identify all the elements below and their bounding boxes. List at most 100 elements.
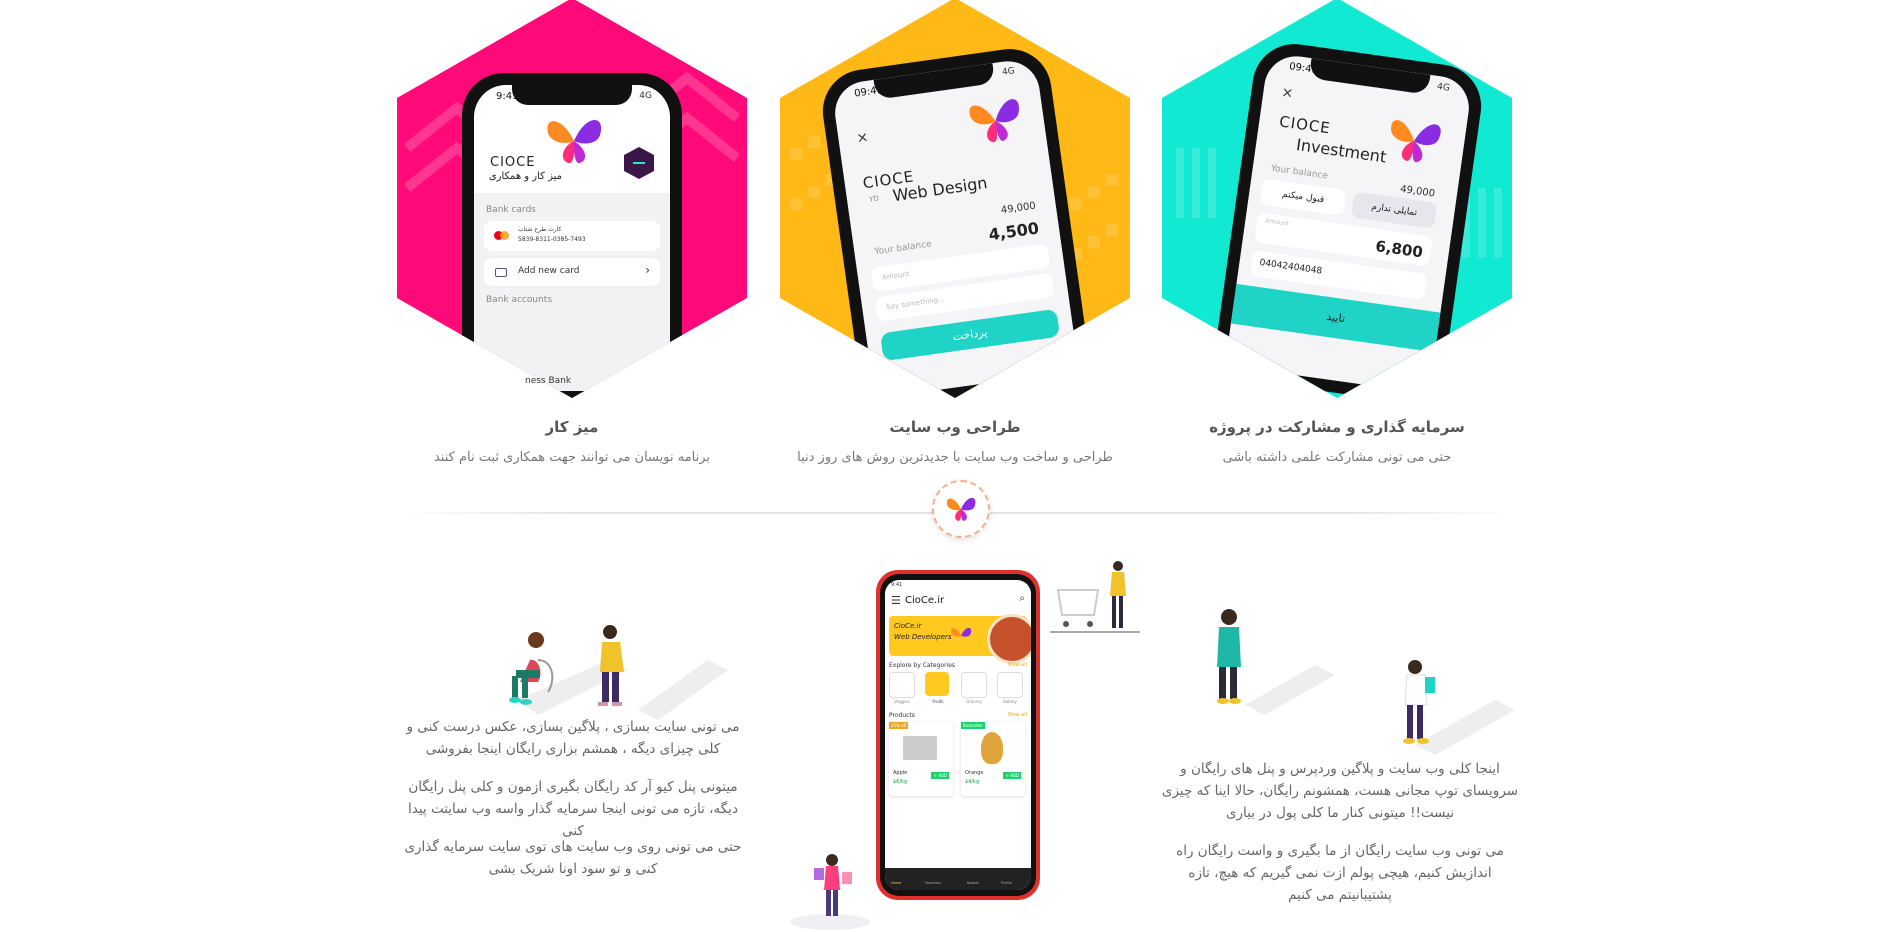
right-paragraph-2: می تونی وب سایت رایگان از ما بگیری و واس… (1176, 843, 1504, 903)
bottom-nav-bar: Home Favorites Basket Profile (885, 868, 1031, 890)
status-time: 09:41 (853, 84, 884, 100)
people-illustration-left (509, 625, 728, 720)
menu-hex-button[interactable] (624, 147, 654, 179)
card-name: کارت طرح شتاب (518, 226, 562, 233)
brand-name: CIOCE (1278, 112, 1332, 138)
category-label: Veggies (894, 699, 910, 704)
nav-home[interactable]: Home (891, 881, 901, 885)
nav-profile[interactable]: Profile (1001, 881, 1012, 885)
balance-label: Your balance (1270, 163, 1329, 182)
phone-mockup: 9:41 4G CIOCE میز کار و همکاری Bank card… (462, 73, 682, 398)
phone-screen: 09:41 4G × CIOCE Investment Your balance… (1225, 52, 1473, 394)
cart-person-illustration (1050, 561, 1140, 633)
status-time: 9:41 (496, 91, 519, 102)
currency-label: YD (868, 194, 880, 204)
message-placeholder: Say something... (885, 295, 946, 312)
laptop-image (903, 736, 937, 760)
add-card-button[interactable]: Add new card › (484, 258, 660, 286)
bank-account-name: ness Bank (525, 376, 572, 386)
add-to-cart-button[interactable]: + ADD (1003, 772, 1021, 779)
page-heading: Investment (1295, 135, 1388, 167)
add-to-cart-button[interactable]: + ADD (931, 772, 949, 779)
search-icon[interactable]: ⌕ (1019, 593, 1025, 604)
nav-favorites[interactable]: Favorites (925, 881, 941, 885)
amount-top: 49,000 (1000, 200, 1037, 217)
right-paragraph-1: اینجا کلی وب سایت و پلاگین وردپرس و پنل … (1161, 761, 1519, 821)
card-subtitle-investment: حتی می تونی مشارکت علمی داشته باشی (1222, 450, 1452, 465)
products-title: Products (889, 712, 915, 719)
status-signal: 4G (1436, 81, 1451, 94)
category-fruits[interactable] (925, 672, 949, 696)
status-signal: 4G (639, 91, 652, 101)
hamburger-menu-icon[interactable]: ☰ (891, 594, 901, 607)
center-phone-screen: 9:41 ☰ CioCe.ir ⌕ CioCe.ir Web Developer… (885, 580, 1031, 890)
close-icon[interactable]: × (1280, 84, 1294, 101)
banner-line2: Web Developers (894, 633, 952, 641)
left-paragraph-2: میتونی پنل کیو آر کد رایگان بگیری ازمون … (408, 779, 738, 839)
card-hexagon-web-design: 09:41 4G × CIOCE YD Web Design 49,000 Yo… (780, 0, 1130, 398)
balance-value: 6,800 (1374, 237, 1424, 262)
center-phone-mockup: 9:41 ☰ CioCe.ir ⌕ CioCe.ir Web Developer… (876, 570, 1040, 900)
view-all-link[interactable]: View all (1008, 712, 1027, 718)
card-title-web-design: طراحی وب سایت (889, 418, 1021, 436)
people-illustration-right (1217, 609, 1515, 755)
card-subtitle-web-design: طراحی و ساخت وب سایت با جدیدترین روش های… (797, 450, 1113, 465)
category-bakery[interactable] (997, 672, 1023, 698)
product-badge: Bestseller (961, 722, 985, 729)
amount-top: 49,000 (1399, 183, 1436, 200)
butterfly-logo-icon (951, 627, 972, 637)
category-grocery[interactable] (961, 672, 987, 698)
butterfly-logo-icon (946, 497, 976, 521)
food-plate-image (987, 614, 1031, 664)
category-label: Fruits (932, 699, 944, 704)
butterfly-logo-icon (969, 99, 1019, 143)
status-time: 9:41 (891, 582, 903, 588)
card-number: 5839-8311-0385-7493 (518, 236, 586, 243)
view-all-link[interactable]: View all (1008, 662, 1027, 668)
butterfly-logo-icon (1391, 120, 1441, 163)
product-name: Orange (965, 770, 984, 776)
phone-mockup: 09:41 4G × CIOCE YD Web Design 49,000 Yo… (817, 43, 1093, 398)
balance-label: Your balance (873, 239, 933, 258)
balance-value: 4,500 (987, 218, 1041, 245)
brand-name: CIOCE (490, 155, 536, 170)
accept-button[interactable]: قبول میکنم (1259, 178, 1347, 217)
card-icon (495, 268, 507, 277)
code-input-value: 04042404048 (1258, 257, 1323, 277)
butterfly-logo-icon (547, 119, 602, 164)
nav-basket[interactable]: Basket (967, 881, 979, 885)
banner-line1: CioCe.ir (894, 622, 922, 630)
left-paragraph-3: حتی می تونی روی وب سایت های توی سایت سرم… (404, 839, 742, 877)
card-hexagon-workspace: 9:41 4G CIOCE میز کار و همکاری Bank card… (397, 0, 747, 398)
product-badge: 25% off (889, 722, 909, 729)
site-name: CioCe.ir (905, 595, 945, 606)
card-subtitle-workspace: برنامه نویسان می توانند جهت همکاری ثبت ن… (433, 450, 711, 465)
minus-icon (633, 162, 645, 164)
add-card-label: Add new card (518, 266, 580, 276)
status-signal: 4G (1001, 66, 1016, 78)
phone-notch (1308, 58, 1431, 95)
product-card[interactable]: 25% off Apple $6/kg + ADD (889, 722, 953, 796)
left-paragraph-1: می تونی سایت بسازی ، پلاگین بسازی، عکس د… (406, 719, 740, 757)
category-veggies[interactable] (889, 672, 915, 698)
hero-banner[interactable]: CioCe.ir Web Developers (889, 614, 1031, 664)
close-icon[interactable]: × (856, 129, 870, 146)
amount-placeholder: Amount (881, 269, 911, 282)
card-title-workspace: میز کار (545, 418, 599, 436)
category-label: Grocery (966, 699, 982, 704)
amount-label: Amount (1264, 217, 1290, 228)
phone-notch (873, 63, 996, 100)
guitar-image (981, 732, 1003, 764)
bank-cards-label: Bank cards (486, 205, 536, 215)
phone-screen: 09:41 4G × CIOCE YD Web Design 49,000 Yo… (831, 57, 1079, 398)
product-name: Apple (893, 770, 908, 776)
phone-mockup: 09:41 4G × CIOCE Investment Your balance… (1211, 38, 1487, 398)
shopper-illustration (790, 854, 870, 930)
bank-card-row[interactable]: کارت طرح شتاب 5839-8311-0385-7493 (484, 221, 660, 251)
phone-screen: 9:41 4G CIOCE میز کار و همکاری Bank card… (474, 85, 670, 391)
product-price: $6/kg (893, 779, 908, 785)
product-price: $4/kg (965, 779, 980, 785)
card-hexagon-investment: 09:41 4G × CIOCE Investment Your balance… (1162, 0, 1512, 398)
product-card[interactable]: Bestseller Orange $4/kg + ADD (961, 722, 1025, 796)
center-logo-badge (932, 480, 990, 538)
